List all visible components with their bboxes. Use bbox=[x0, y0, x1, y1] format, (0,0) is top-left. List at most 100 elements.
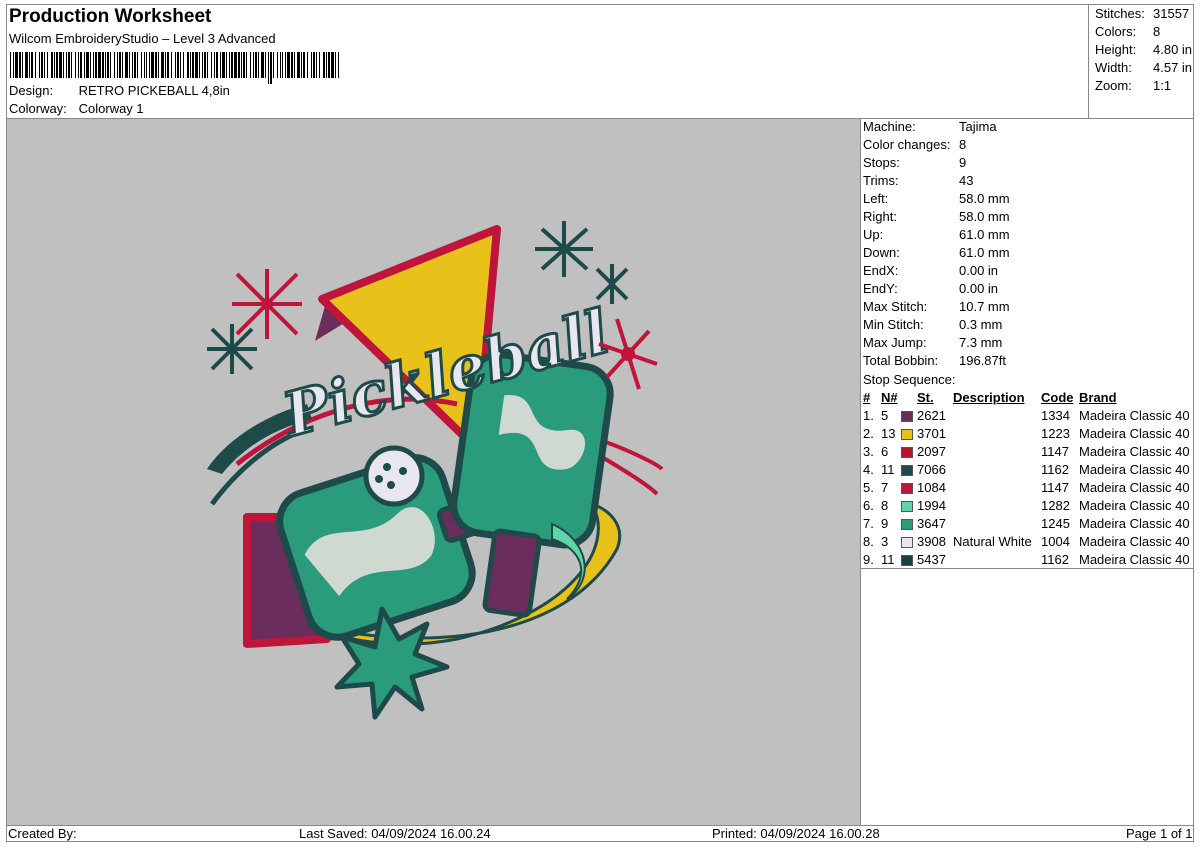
stop-st: 2097 bbox=[917, 444, 946, 459]
stop-n: 5 bbox=[881, 408, 889, 423]
software-name: Wilcom EmbroideryStudio – Level 3 Advanc… bbox=[9, 31, 276, 46]
stop-n: 6 bbox=[881, 444, 889, 459]
stop-row: 2. 13 3701 1223 Madeira Classic 40 bbox=[863, 425, 1190, 443]
property-row: EndX: 0.00 in bbox=[863, 262, 1193, 280]
stop-n: 13 bbox=[881, 426, 896, 441]
property-label: EndY: bbox=[863, 281, 898, 296]
stop-row: 1. 5 2621 1334 Madeira Classic 40 bbox=[863, 407, 1190, 425]
col-description: Description bbox=[953, 390, 1025, 405]
property-label: Max Jump: bbox=[863, 335, 927, 350]
property-label: EndX: bbox=[863, 263, 899, 278]
stop-num: 8. bbox=[863, 534, 874, 549]
stop-st: 2621 bbox=[917, 408, 946, 423]
stop-st: 3701 bbox=[917, 426, 946, 441]
stop-row: 5. 7 1084 1147 Madeira Classic 40 bbox=[863, 479, 1190, 497]
design-preview: Pickleball bbox=[7, 119, 860, 825]
stop-n: 8 bbox=[881, 498, 889, 513]
stop-num: 2. bbox=[863, 426, 874, 441]
property-row: Max Jump: 7.3 mm bbox=[863, 334, 1193, 352]
col-stitches: St. bbox=[917, 390, 934, 405]
stop-brand: Madeira Classic 40 bbox=[1079, 426, 1190, 441]
property-row: Min Stitch: 0.3 mm bbox=[863, 316, 1193, 334]
stop-num: 5. bbox=[863, 480, 874, 495]
stop-st: 5437 bbox=[917, 552, 946, 567]
stop-sequence-table: # N# St. Description Code Brand 1. 5 2621 1… bbox=[863, 389, 1190, 569]
stop-code: 1004 bbox=[1041, 534, 1070, 549]
summary-label: Zoom: bbox=[1095, 78, 1132, 93]
color-swatch bbox=[901, 555, 913, 567]
color-swatch-cell bbox=[901, 461, 917, 479]
stop-desc bbox=[953, 551, 1041, 569]
stop-brand: Madeira Classic 40 bbox=[1079, 534, 1190, 549]
property-value: 0.3 mm bbox=[959, 317, 1003, 332]
summary-value: 4.80 in bbox=[1153, 42, 1193, 57]
property-row: Left: 58.0 mm bbox=[863, 190, 1193, 208]
summary-label: Height: bbox=[1095, 42, 1137, 57]
property-value: 7.3 mm bbox=[959, 335, 1003, 350]
property-label: Up: bbox=[863, 227, 884, 242]
summary-label: Colors: bbox=[1095, 24, 1137, 39]
property-value: 58.0 mm bbox=[959, 191, 1010, 206]
color-swatch-cell bbox=[901, 425, 917, 443]
summary-label: Width: bbox=[1095, 60, 1132, 75]
stop-n: 7 bbox=[881, 480, 889, 495]
stop-num: 9. bbox=[863, 552, 874, 567]
stop-brand: Madeira Classic 40 bbox=[1079, 552, 1190, 567]
stop-desc bbox=[953, 515, 1041, 533]
stop-code: 1223 bbox=[1041, 426, 1070, 441]
color-swatch-cell bbox=[901, 533, 917, 551]
stop-num: 4. bbox=[863, 462, 874, 477]
stop-st: 3647 bbox=[917, 516, 946, 531]
stop-row: 6. 8 1994 1282 Madeira Classic 40 bbox=[863, 497, 1190, 515]
property-label: Max Stitch: bbox=[863, 299, 928, 314]
stop-code: 1162 bbox=[1041, 462, 1069, 477]
stop-row: 8. 3 3908 Natural White 1004 Madeira Classic … bbox=[863, 533, 1190, 551]
design-name-row: Design: RETRO PICKEBALL 4,8in bbox=[9, 83, 230, 98]
stop-desc bbox=[953, 497, 1041, 515]
property-row: Max Stitch: 10.7 mm bbox=[863, 298, 1193, 316]
stop-code: 1147 bbox=[1041, 444, 1069, 459]
property-label: Machine: bbox=[863, 119, 916, 134]
stop-n: 9 bbox=[881, 516, 889, 531]
stop-desc bbox=[953, 461, 1041, 479]
color-swatch bbox=[901, 465, 913, 477]
design-value: RETRO PICKEBALL 4,8in bbox=[78, 83, 230, 98]
property-value: 8 bbox=[959, 137, 967, 152]
property-row: Color changes: 8 bbox=[863, 136, 1193, 154]
stop-code: 1245 bbox=[1041, 516, 1070, 531]
summary-label: Stitches: bbox=[1095, 6, 1145, 21]
panel-divider bbox=[860, 118, 861, 826]
page-number: Page 1 of 1 bbox=[1126, 826, 1193, 841]
color-swatch-cell bbox=[901, 551, 917, 569]
color-swatch bbox=[901, 483, 913, 495]
property-value: 196.87ft bbox=[959, 353, 1006, 368]
color-swatch bbox=[901, 519, 913, 531]
summary-value: 4.57 in bbox=[1153, 60, 1193, 75]
color-swatch bbox=[901, 429, 913, 441]
property-value: Tajima bbox=[959, 119, 997, 134]
property-label: Trims: bbox=[863, 173, 899, 188]
stop-code: 1282 bbox=[1041, 498, 1070, 513]
property-label: Stops: bbox=[863, 155, 900, 170]
stop-st: 3908 bbox=[917, 534, 946, 549]
summary-zoom: Zoom: 1:1 bbox=[1095, 78, 1171, 93]
property-row: Machine: Tajima bbox=[863, 118, 1193, 136]
summary-value: 1:1 bbox=[1153, 78, 1172, 93]
col-swatch bbox=[901, 389, 917, 407]
colorway-row: Colorway: Colorway 1 bbox=[9, 101, 144, 116]
stop-code: 1334 bbox=[1041, 408, 1070, 423]
summary-value: 31557 bbox=[1153, 6, 1190, 21]
stop-row: 3. 6 2097 1147 Madeira Classic 40 bbox=[863, 443, 1190, 461]
color-swatch bbox=[901, 501, 913, 513]
stop-desc bbox=[953, 407, 1041, 425]
stop-sequence: Stop Sequence: # N# St. Description Code… bbox=[863, 371, 1193, 569]
created-by: Created By: bbox=[8, 826, 77, 841]
summary-width: Width: 4.57 in bbox=[1095, 60, 1192, 75]
stop-num: 1. bbox=[863, 408, 874, 423]
stop-brand: Madeira Classic 40 bbox=[1079, 408, 1190, 423]
stop-num: 7. bbox=[863, 516, 874, 531]
colorway-label: Colorway: bbox=[9, 101, 67, 116]
printed-date: Printed: 04/09/2024 16.00.28 bbox=[712, 826, 880, 841]
color-swatch-cell bbox=[901, 443, 917, 461]
summary-value: 8 bbox=[1153, 24, 1161, 39]
